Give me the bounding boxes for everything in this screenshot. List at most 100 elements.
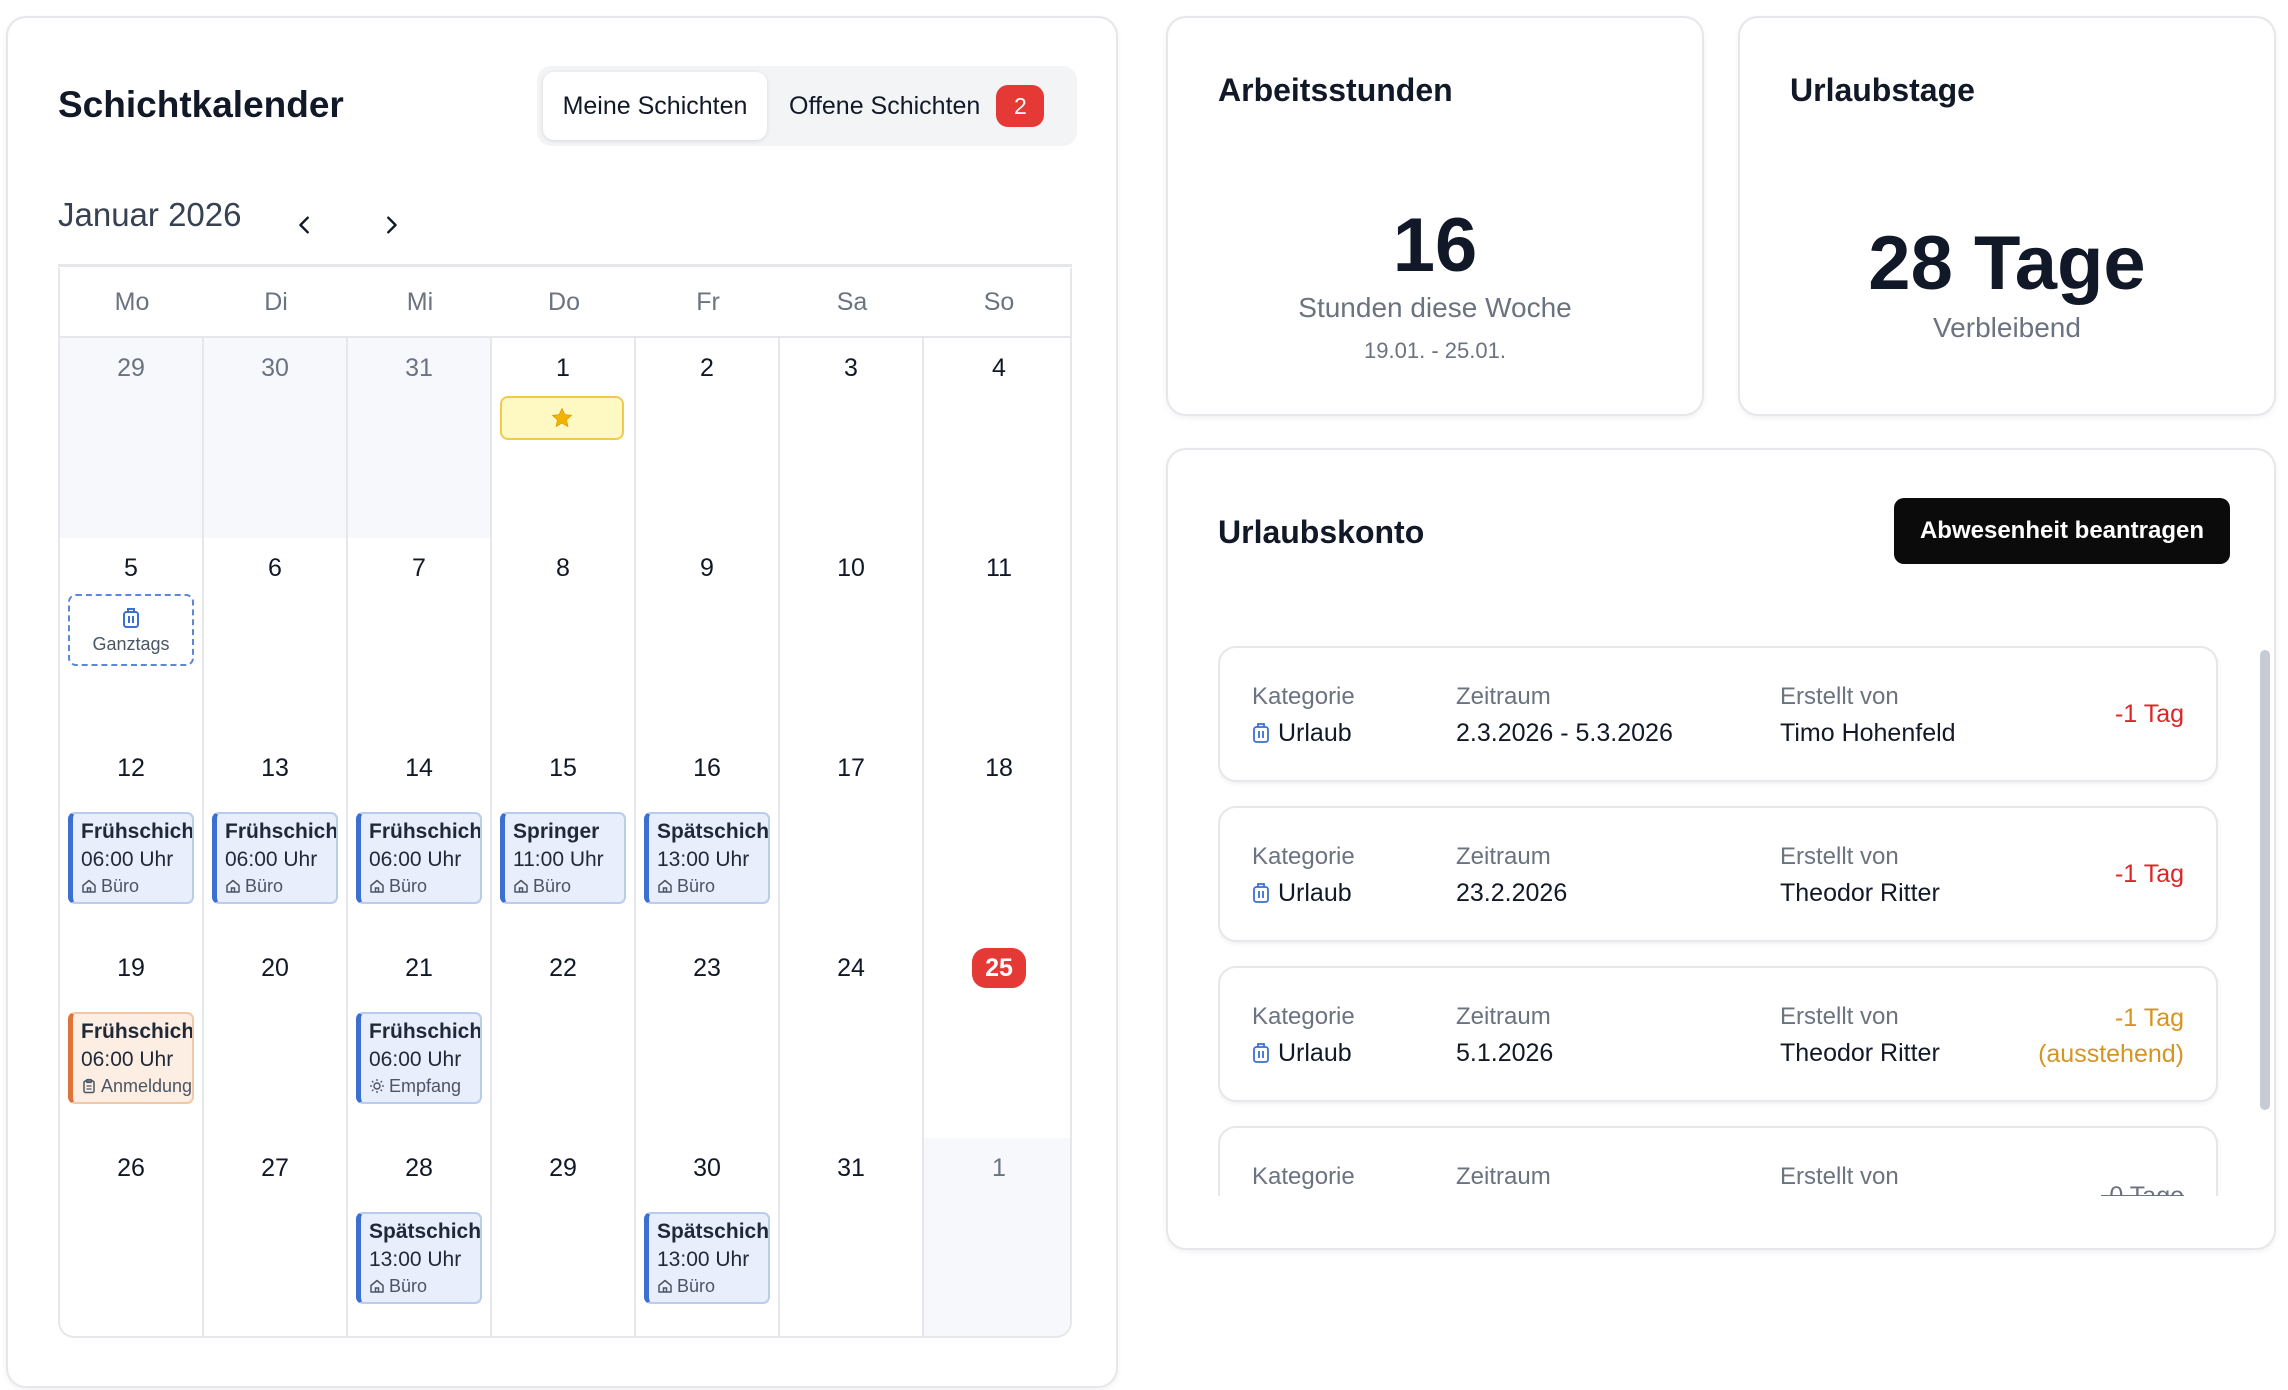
day-number: 3 bbox=[844, 354, 858, 382]
day-number: 5 bbox=[124, 554, 138, 582]
day-cell[interactable]: 1 bbox=[924, 1138, 1070, 1336]
period-label: Zeitraum bbox=[1456, 843, 1551, 870]
shift-entry[interactable]: Spätschicht 13:00 Uhr Büro bbox=[356, 1212, 482, 1304]
day-number: 15 bbox=[549, 754, 577, 782]
shift-entry[interactable]: Frühschicht 06:00 Uhr Anmeldung bbox=[68, 1012, 194, 1104]
day-cell[interactable]: 22 bbox=[492, 938, 636, 1138]
shift-time: 13:00 Uhr bbox=[369, 1248, 462, 1271]
vacation-entry[interactable]: Kategorie Urlaub Zeitraum 5.1.2026 Erste… bbox=[1218, 966, 2218, 1102]
day-number: 9 bbox=[700, 554, 714, 582]
weekday-header-mo: Mo bbox=[60, 268, 204, 338]
open-shifts-count-badge: 2 bbox=[996, 85, 1045, 127]
created-by-value: Theodor Ritter bbox=[1780, 879, 1940, 907]
calendar-divider bbox=[58, 264, 1072, 267]
day-cell[interactable]: 27 bbox=[204, 1138, 348, 1336]
day-cell[interactable]: 29 bbox=[60, 338, 204, 538]
day-cell[interactable]: 3 bbox=[780, 338, 924, 538]
day-cell[interactable]: 12 Frühschicht 06:00 Uhr Büro bbox=[60, 738, 204, 938]
day-number: 2 bbox=[700, 354, 714, 382]
shift-entry[interactable]: Frühschicht 06:00 Uhr Empfang bbox=[356, 1012, 482, 1104]
shift-location: Empfang bbox=[389, 1076, 462, 1096]
day-cell[interactable]: 8 bbox=[492, 538, 636, 738]
day-cell[interactable]: 29 bbox=[492, 1138, 636, 1336]
day-cell[interactable]: 16 Spätschicht 13:00 Uhr Büro bbox=[636, 738, 780, 938]
home-icon bbox=[658, 1279, 672, 1293]
vacation-days-subtitle: Verbleibend bbox=[1933, 312, 2081, 343]
today-marker: 25 bbox=[972, 948, 1026, 988]
shift-time: 06:00 Uhr bbox=[81, 848, 174, 871]
day-cell[interactable]: 21 Frühschicht 06:00 Uhr Empfang bbox=[348, 938, 492, 1138]
day-cell[interactable]: 23 bbox=[636, 938, 780, 1138]
prev-month-button[interactable] bbox=[288, 208, 322, 242]
shift-entry[interactable]: Springer 11:00 Uhr Büro bbox=[500, 812, 626, 904]
day-cell[interactable]: 1 bbox=[492, 338, 636, 538]
deduction-amount: -1 Tag bbox=[2114, 860, 2184, 888]
period-label: Zeitraum bbox=[1456, 1003, 1551, 1030]
day-cell[interactable]: 30 Spätschicht 13:00 Uhr Büro bbox=[636, 1138, 780, 1336]
vacation-entry[interactable]: Kategorie Urlaub Zeitraum 2.3.2026 - 5.3… bbox=[1218, 646, 2218, 782]
day-cell[interactable]: 24 bbox=[780, 938, 924, 1138]
request-absence-button[interactable]: Abwesenheit beantragen bbox=[1894, 498, 2230, 564]
entries-scrollbar[interactable] bbox=[2260, 650, 2270, 1110]
created-by-label: Erstellt von bbox=[1780, 1003, 1899, 1030]
vacation-entry[interactable]: Kategorie Zeitraum Erstellt von -0 Tage bbox=[1218, 1126, 2218, 1196]
day-cell[interactable]: 31 bbox=[348, 338, 492, 538]
day-cell-today[interactable]: 25 bbox=[924, 938, 1070, 1138]
category-label: Kategorie bbox=[1252, 683, 1355, 710]
absence-entry[interactable]: Ganztags bbox=[68, 594, 194, 666]
day-number: 24 bbox=[837, 954, 865, 982]
home-icon bbox=[514, 879, 528, 893]
vacation-days-card: Urlaubstage 28 Tage Verbleibend bbox=[1738, 16, 2276, 416]
day-number: 13 bbox=[261, 754, 289, 782]
day-cell[interactable]: 10 bbox=[780, 538, 924, 738]
day-cell[interactable]: 7 bbox=[348, 538, 492, 738]
day-cell[interactable]: 2 bbox=[636, 338, 780, 538]
vacation-entries-list[interactable]: Kategorie Urlaub Zeitraum 2.3.2026 - 5.3… bbox=[1218, 646, 2240, 1196]
next-month-button[interactable] bbox=[374, 208, 408, 242]
day-cell[interactable]: 18 bbox=[924, 738, 1070, 938]
day-cell[interactable]: 6 bbox=[204, 538, 348, 738]
day-cell[interactable]: 9 bbox=[636, 538, 780, 738]
tab-my-shifts[interactable]: Meine Schichten bbox=[543, 72, 767, 140]
day-cell[interactable]: 28 Spätschicht 13:00 Uhr Büro bbox=[348, 1138, 492, 1336]
day-cell[interactable]: 30 bbox=[204, 338, 348, 538]
day-cell[interactable]: 4 bbox=[924, 338, 1070, 538]
tab-open-shifts-label: Offene Schichten bbox=[789, 91, 981, 120]
shift-name: Spätschicht bbox=[657, 820, 770, 843]
tab-open-shifts[interactable]: Offene Schichten 2 bbox=[789, 72, 1069, 140]
shift-entry[interactable]: Spätschicht 13:00 Uhr Büro bbox=[644, 812, 770, 904]
shift-entry[interactable]: Frühschicht 06:00 Uhr Büro bbox=[356, 812, 482, 904]
holiday-marker[interactable] bbox=[500, 396, 624, 440]
calendar-title: Schichtkalender bbox=[58, 84, 344, 125]
day-cell[interactable]: 26 bbox=[60, 1138, 204, 1336]
day-cell[interactable]: 17 bbox=[780, 738, 924, 938]
working-hours-subtitle: Stunden diese Woche bbox=[1298, 292, 1572, 323]
day-cell[interactable]: 31 bbox=[780, 1138, 924, 1336]
day-cell[interactable]: 15 Springer 11:00 Uhr Büro bbox=[492, 738, 636, 938]
home-icon bbox=[370, 1279, 384, 1293]
vacation-account-card: Urlaubskonto Abwesenheit beantragen Kate… bbox=[1166, 448, 2276, 1250]
tab-my-shifts-label: Meine Schichten bbox=[562, 91, 748, 120]
day-cell[interactable]: 14 Frühschicht 06:00 Uhr Büro bbox=[348, 738, 492, 938]
shift-time: 06:00 Uhr bbox=[81, 1048, 174, 1071]
shift-name: Frühschicht bbox=[81, 1020, 194, 1043]
home-icon bbox=[658, 879, 672, 893]
shift-entry[interactable]: Frühschicht 06:00 Uhr Büro bbox=[212, 812, 338, 904]
weekday-header-do: Do bbox=[492, 268, 636, 338]
vacation-entry[interactable]: Kategorie Urlaub Zeitraum 23.2.2026 Erst… bbox=[1218, 806, 2218, 942]
day-cell[interactable]: 5 Ganztags bbox=[60, 538, 204, 738]
shift-entry[interactable]: Spätschicht 13:00 Uhr Büro bbox=[644, 1212, 770, 1304]
shift-name: Frühschicht bbox=[369, 820, 482, 843]
weekday-header-fr: Fr bbox=[636, 268, 780, 338]
shift-entry[interactable]: Frühschicht 06:00 Uhr Büro bbox=[68, 812, 194, 904]
day-number: 20 bbox=[261, 954, 289, 982]
cancelled-amount: -0 Tage bbox=[2101, 1182, 2184, 1196]
day-cell[interactable]: 11 bbox=[924, 538, 1070, 738]
day-number: 21 bbox=[405, 954, 433, 982]
weekday-header-sa: Sa bbox=[780, 268, 924, 338]
deduction-amount: -1 Tag bbox=[2114, 1004, 2184, 1032]
day-cell[interactable]: 20 bbox=[204, 938, 348, 1138]
day-cell[interactable]: 13 Frühschicht 06:00 Uhr Büro bbox=[204, 738, 348, 938]
day-cell[interactable]: 19 Frühschicht 06:00 Uhr Anmeldung bbox=[60, 938, 204, 1138]
day-number: 19 bbox=[117, 954, 145, 982]
